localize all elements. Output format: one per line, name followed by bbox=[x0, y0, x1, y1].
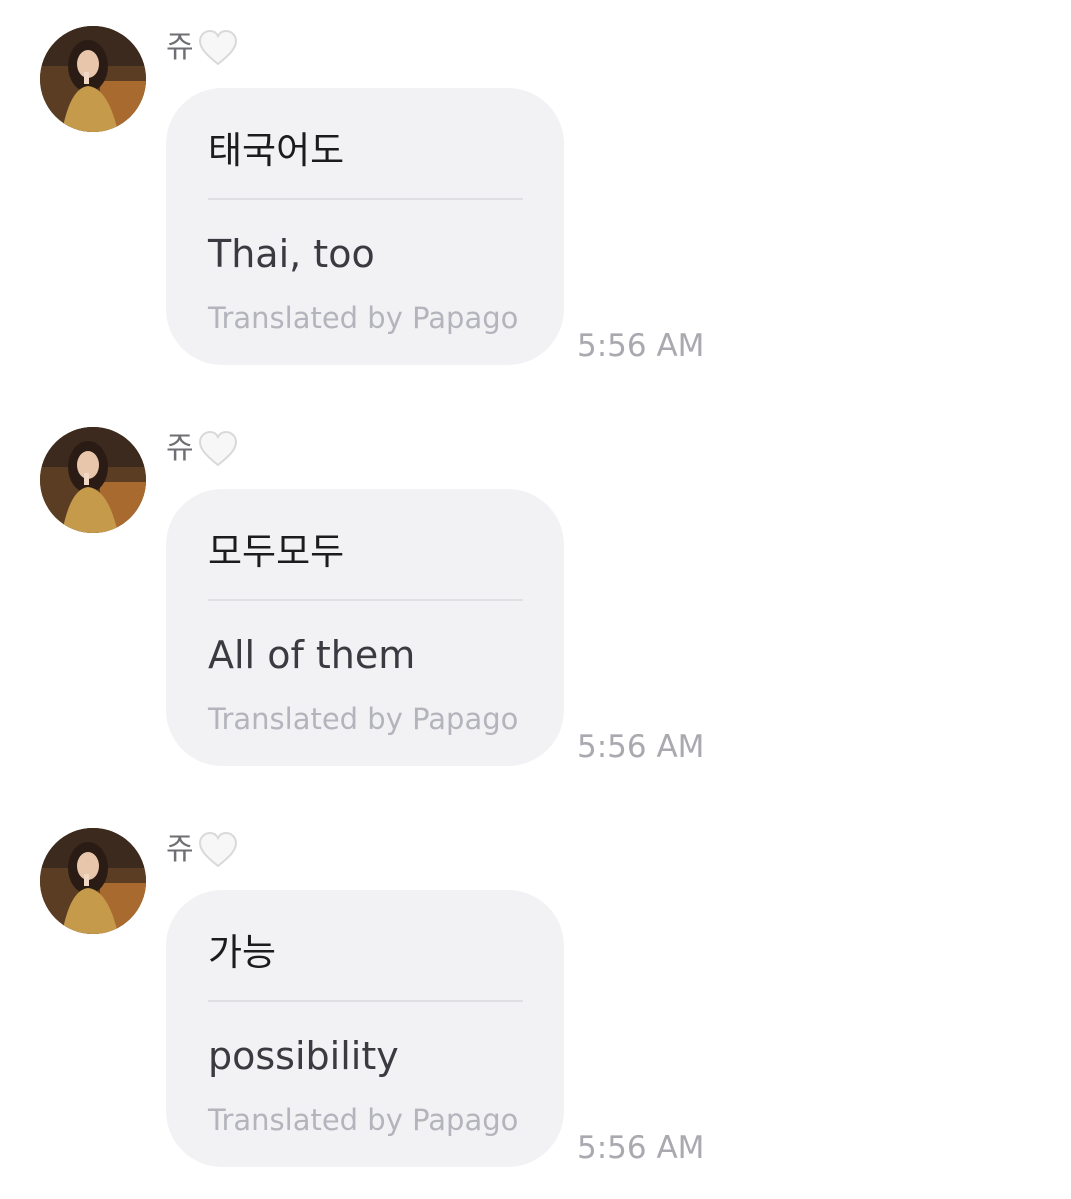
timestamp: 5:56 AM bbox=[577, 1130, 705, 1166]
message-bubble[interactable]: 모두모두 All of them Translated by Papago bbox=[166, 489, 564, 766]
original-text: 모두모두 bbox=[208, 530, 345, 573]
sender-row: 쥬 bbox=[166, 427, 238, 471]
message-item: 쥬 모두모두 All of them Translated by Papago … bbox=[0, 401, 1071, 766]
sender-row: 쥬 bbox=[166, 828, 238, 872]
message-bubble[interactable]: 태국어도 Thai, too Translated by Papago bbox=[166, 88, 564, 365]
white-heart-icon bbox=[198, 29, 237, 66]
original-text: 태국어도 bbox=[208, 129, 345, 172]
avatar[interactable] bbox=[40, 427, 146, 533]
sender-name: 쥬 bbox=[166, 30, 194, 65]
white-heart-icon bbox=[198, 831, 237, 868]
translation-credit: Translated by Papago bbox=[208, 702, 519, 736]
sender-row: 쥬 bbox=[166, 26, 238, 70]
sender-name: 쥬 bbox=[166, 431, 194, 466]
message-item: 쥬 가능 possibility Translated by Papago 5:… bbox=[0, 802, 1071, 1167]
translated-text: possibility bbox=[208, 1034, 399, 1078]
avatar[interactable] bbox=[40, 828, 146, 934]
translated-text: Thai, too bbox=[208, 232, 375, 276]
sender-name: 쥬 bbox=[166, 832, 194, 867]
divider bbox=[208, 1000, 523, 1002]
original-text: 가능 bbox=[208, 931, 277, 974]
translated-text: All of them bbox=[208, 633, 416, 677]
divider bbox=[208, 198, 523, 200]
translation-credit: Translated by Papago bbox=[208, 1103, 519, 1137]
white-heart-icon bbox=[198, 430, 237, 467]
message-bubble[interactable]: 가능 possibility Translated by Papago bbox=[166, 890, 564, 1167]
divider bbox=[208, 599, 523, 601]
avatar[interactable] bbox=[40, 26, 146, 132]
timestamp: 5:56 AM bbox=[577, 328, 705, 364]
translation-credit: Translated by Papago bbox=[208, 301, 519, 335]
timestamp: 5:56 AM bbox=[577, 729, 705, 765]
message-item: 쥬 태국어도 Thai, too Translated by Papago 5:… bbox=[0, 0, 1071, 365]
